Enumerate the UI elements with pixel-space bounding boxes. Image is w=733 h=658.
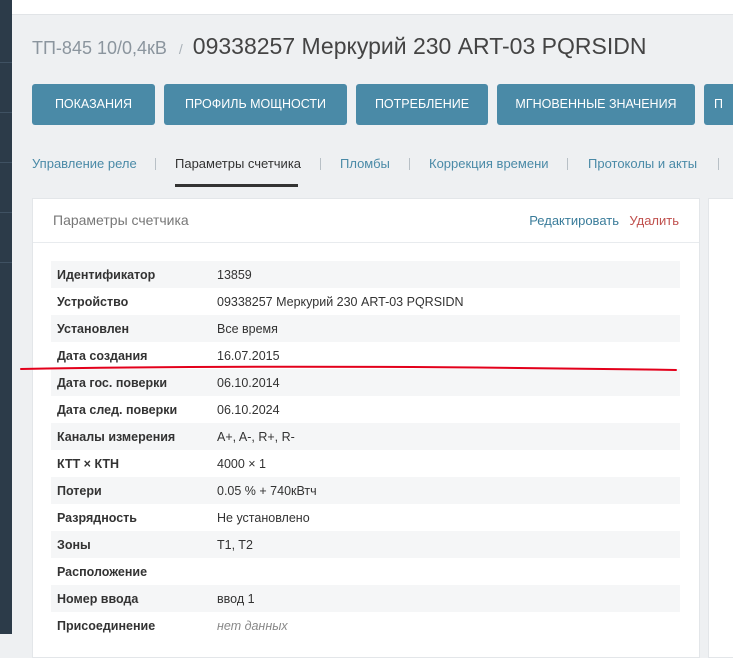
delete-link[interactable]: Удалить (629, 213, 679, 228)
tab-separator (320, 158, 321, 170)
left-nav-divider (0, 212, 12, 213)
table-row: КТТ × КТН 4000 × 1 (51, 450, 680, 477)
readings-button[interactable]: ПОКАЗАНИЯ (32, 84, 155, 125)
param-key: Расположение (57, 564, 148, 579)
param-value: T1, T2 (217, 531, 680, 558)
param-key: Дата гос. поверки (51, 369, 217, 396)
left-nav-rail (0, 0, 12, 634)
param-value: Не установлено (217, 510, 310, 525)
card-header: Параметры счетчика Редактировать Удалить (33, 199, 699, 243)
param-value: 06.10.2014 (217, 369, 680, 396)
consumption-button[interactable]: ПОТРЕБЛЕНИЕ (356, 84, 488, 125)
tab-separator (718, 158, 719, 170)
edit-link[interactable]: Редактировать (529, 213, 619, 228)
left-nav-divider (0, 262, 12, 263)
more-button[interactable]: П (704, 84, 733, 125)
param-value: 09338257 Меркурий 230 ART-03 PQRSIDN (217, 294, 464, 309)
table-row: Дата создания 16.07.2015 (51, 342, 680, 369)
breadcrumb-separator: / (178, 41, 183, 57)
param-key: Устройство (57, 294, 129, 309)
tab-separator (567, 158, 568, 170)
tab-relay-control[interactable]: Управление реле (32, 156, 137, 171)
param-key: КТТ × КТН (57, 456, 120, 471)
left-nav-divider (0, 162, 12, 163)
tab-meter-params[interactable]: Параметры счетчика (175, 156, 301, 171)
active-tab-underline (175, 184, 298, 187)
param-value (217, 558, 680, 585)
tab-bar: Управление реле Параметры счетчика Пломб… (32, 150, 733, 188)
param-key: Дата след. поверки (57, 402, 178, 417)
breadcrumb-substation[interactable]: ТП-845 10/0,4кВ (32, 38, 167, 58)
table-row: Каналы измерения A+, A-, R+, R- (51, 423, 680, 450)
table-row: Устройство 09338257 Меркурий 230 ART-03 P… (51, 288, 680, 315)
tab-separator (409, 158, 410, 170)
page-header: ТП-845 10/0,4кВ / 09338257 Меркурий 230 AR… (32, 33, 646, 60)
param-key: Присоединение (57, 618, 156, 633)
table-row: Потери 0.05 % + 740кВтч (51, 477, 680, 504)
left-nav-divider (0, 62, 12, 63)
table-row: Дата след. поверки 06.10.2024 (51, 396, 680, 423)
power-profile-button[interactable]: ПРОФИЛЬ МОЩНОСТИ (164, 84, 347, 125)
tab-seals[interactable]: Пломбы (340, 156, 390, 171)
param-value: A+, A-, R+, R- (217, 423, 680, 450)
param-key: Зоны (51, 531, 217, 558)
card-title: Параметры счетчика (53, 212, 189, 228)
table-row: Зоны T1, T2 (51, 531, 680, 558)
param-key: Разрядность (57, 510, 137, 525)
table-row: Установлен Все время (51, 315, 680, 342)
param-key: Дата создания (57, 348, 148, 363)
table-row: Номер ввода ввод 1 (51, 585, 680, 612)
param-value: 0.05 % + 740кВтч (217, 477, 680, 504)
tab-time-correction[interactable]: Коррекция времени (429, 156, 549, 171)
side-card (708, 198, 733, 658)
param-value: 16.07.2015 (217, 348, 280, 363)
param-value: 06.10.2024 (217, 402, 280, 417)
table-row: Дата гос. поверки 06.10.2014 (51, 369, 680, 396)
table-row: Расположение (51, 558, 680, 585)
param-key: Номер ввода (51, 585, 217, 612)
instant-values-button[interactable]: МГНОВЕННЫЕ ЗНАЧЕНИЯ (497, 84, 695, 125)
param-value: нет данных (217, 618, 288, 633)
param-key: Установлен (51, 315, 217, 342)
param-key: Идентификатор (51, 261, 217, 288)
left-nav-divider (0, 112, 12, 113)
page-title: 09338257 Меркурий 230 ART-03 PQRSIDN (192, 33, 647, 59)
table-row: Разрядность Не установлено (51, 504, 680, 531)
param-key: Потери (51, 477, 217, 504)
table-row: Идентификатор 13859 (51, 261, 680, 288)
tab-separator (155, 158, 156, 170)
param-key: Каналы измерения (51, 423, 217, 450)
param-value: Все время (217, 315, 680, 342)
param-value: 4000 × 1 (217, 456, 267, 471)
params-table: Идентификатор 13859 Устройство 09338257 Ме… (51, 261, 680, 639)
top-bar (12, 0, 733, 15)
tab-protocols[interactable]: Протоколы и акты (588, 156, 697, 171)
param-value: ввод 1 (217, 585, 680, 612)
table-row: Присоединение нет данных (51, 612, 680, 639)
param-value: 13859 (217, 261, 680, 288)
